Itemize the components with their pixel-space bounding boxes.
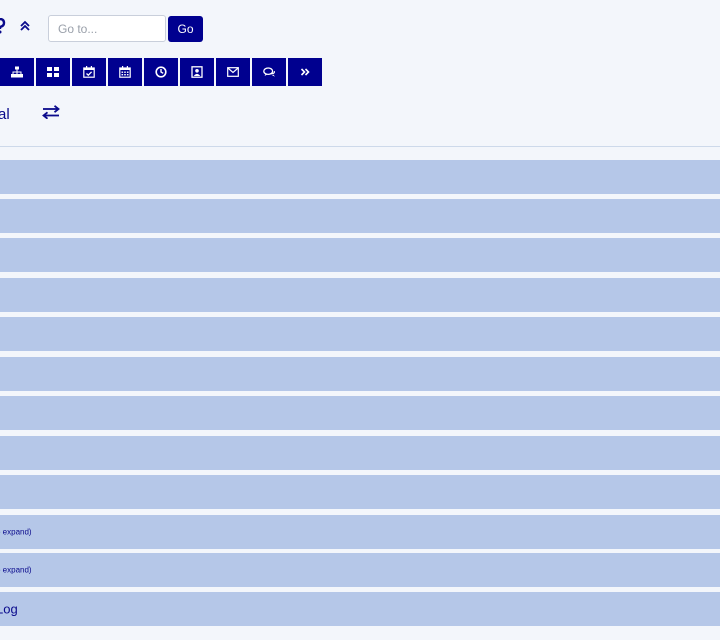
- help-icon[interactable]: [0, 17, 6, 34]
- divider: [0, 146, 720, 147]
- calendar-check-icon[interactable]: [72, 58, 106, 86]
- list-item[interactable]: [0, 396, 720, 430]
- clock-icon[interactable]: [144, 58, 178, 86]
- sitemap-icon[interactable]: [0, 58, 34, 86]
- go-button[interactable]: Go: [168, 16, 203, 42]
- list-item-log[interactable]: Log: [0, 592, 720, 626]
- list-item-expandable[interactable]: o expand): [0, 515, 720, 549]
- list-item[interactable]: [0, 160, 720, 194]
- goto-input[interactable]: [48, 15, 166, 42]
- list-item[interactable]: [0, 436, 720, 470]
- grid-icon[interactable]: [36, 58, 70, 86]
- double-chevron-right-icon[interactable]: [288, 58, 322, 86]
- top-bar: Go: [0, 14, 720, 44]
- list-item-label: o expand): [0, 527, 32, 537]
- list-item[interactable]: [0, 357, 720, 391]
- list-item[interactable]: [0, 199, 720, 233]
- list-item-expandable[interactable]: o expand): [0, 553, 720, 587]
- list-item[interactable]: [0, 238, 720, 272]
- list-item-label: Log: [0, 601, 18, 617]
- toolbar: [0, 58, 322, 86]
- collapse-up-icon[interactable]: [16, 17, 34, 35]
- swap-arrows-icon[interactable]: [40, 102, 62, 122]
- list-item-label: o expand): [0, 565, 32, 575]
- list-item[interactable]: [0, 317, 720, 351]
- page: Go to... Go al expand) expand) og: [0, 0, 720, 640]
- contact-card-icon[interactable]: [180, 58, 214, 86]
- envelope-icon[interactable]: [216, 58, 250, 86]
- list-item[interactable]: [0, 475, 720, 509]
- list-item[interactable]: [0, 278, 720, 312]
- page-title: al: [0, 106, 10, 123]
- comments-icon[interactable]: [252, 58, 286, 86]
- calendar-icon[interactable]: [108, 58, 142, 86]
